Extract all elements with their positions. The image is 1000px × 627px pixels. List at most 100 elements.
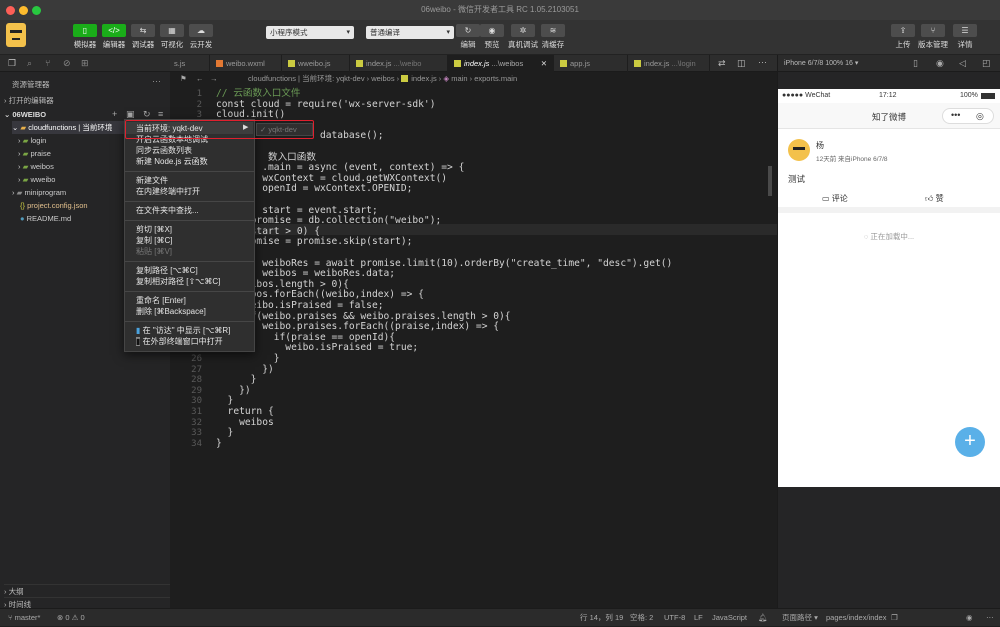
new-file-icon[interactable]: + (112, 109, 117, 119)
bookmark-icon[interactable]: ⚑ (180, 72, 187, 86)
device-select[interactable]: iPhone 6/7/8 100% 16 ▾ (784, 59, 858, 67)
menu-item-new-nodejs-function[interactable]: 新建 Node.js 云函数 (136, 156, 208, 167)
menu-item-open-terminal[interactable]: 在内建终端中打开 (136, 186, 200, 197)
page-path: pages/index/index (826, 613, 887, 622)
menu-item-new-file[interactable]: 新建文件 (136, 175, 168, 186)
tab-index-js-login[interactable]: index.js ...\login (628, 55, 710, 72)
source-control-icon[interactable]: ⑂ (45, 58, 50, 68)
open-editors-section[interactable]: › 打开的编辑器 (4, 94, 54, 107)
post-content: 测试 (788, 174, 806, 184)
line-number: 27 (191, 364, 202, 375)
maximize-window-button[interactable] (32, 6, 41, 15)
back-icon[interactable]: ← (196, 72, 204, 86)
code-line: // 云函数入口文件 (216, 88, 301, 99)
search-icon[interactable]: ⌕ (27, 58, 32, 69)
battery-icon (981, 93, 995, 99)
layers-icon: ≋ (541, 24, 565, 37)
branch-icon: ⑂ (8, 613, 13, 622)
upload-icon: ⇪ (891, 24, 915, 37)
extensions-icon[interactable]: ⊞ (81, 58, 89, 69)
language-mode[interactable]: JavaScript (712, 609, 747, 627)
encoding[interactable]: UTF-8 (664, 609, 685, 627)
cursor-position[interactable]: 行 14，列 19 (580, 609, 623, 627)
tree-item-readme[interactable]: ● README.md (20, 212, 71, 225)
scrollbar-marker[interactable] (768, 166, 772, 196)
menu-item-sync-functions[interactable]: 同步云函数列表 (136, 145, 192, 156)
compare-icon[interactable]: ⇄ (718, 58, 726, 69)
menu-item-reveal-in-finder[interactable]: ▮ 在 "访达" 中显示 [⌥⌘R] (136, 325, 230, 336)
phone-icon[interactable]: ▯ (913, 58, 918, 69)
menu-separator (125, 321, 254, 322)
tab-index-js-weibo[interactable]: index.js ...\weibo (350, 55, 448, 72)
volume-icon[interactable]: ◁ (959, 58, 966, 69)
phone-icon: ▯ (73, 24, 97, 37)
window-icon[interactable]: ◰ (982, 58, 991, 69)
collapse-icon[interactable]: ≡ (158, 109, 163, 119)
tree-item-login[interactable]: › ▰ login (18, 134, 46, 147)
js-icon (356, 60, 363, 67)
minimize-window-button[interactable] (19, 6, 28, 15)
eye-icon[interactable]: ◉ (966, 609, 973, 627)
page-path-select[interactable]: 页面路径 ▾ (782, 609, 818, 627)
finder-icon: ▮ (136, 326, 141, 335)
close-tab-icon[interactable]: ✕ (541, 55, 547, 72)
debug-icon[interactable]: ⊘ (63, 58, 71, 69)
line-ending[interactable]: LF (694, 609, 703, 627)
problems-indicator[interactable]: ⊗ 0 ⚠ 0 (57, 609, 85, 627)
forward-icon[interactable]: → (210, 72, 218, 86)
menu-item-open-external-terminal[interactable]: ▮ 在外部终端窗口中打开 (136, 336, 223, 347)
tree-item-wweibo[interactable]: › ▰ wweibo (18, 173, 55, 186)
code-editor[interactable]: 1// 云函数入口文件 2 const cloud = require('wx-se… (170, 86, 777, 608)
tab-s-js[interactable]: s.js (170, 55, 210, 72)
split-editor-icon[interactable]: ◫ (737, 58, 746, 69)
tab-index-js-weibos[interactable]: index.js ...\weibos ✕ (448, 55, 554, 72)
tab-app-js[interactable]: app.js (554, 55, 628, 72)
details-button[interactable]: ☰ 详情 (950, 24, 980, 50)
user-avatar[interactable] (6, 23, 26, 47)
comment-button[interactable]: ▭ 评论 (822, 193, 848, 204)
record-icon[interactable]: ◉ (936, 58, 944, 69)
tree-item-praise[interactable]: › ▰ praise (18, 147, 51, 160)
bell-icon[interactable]: 🔔︎ (758, 609, 768, 627)
version-button[interactable]: ⑂ 版本管理 (918, 24, 948, 50)
folder-icon: ▰ (22, 149, 29, 158)
more-icon[interactable]: ··· (152, 76, 161, 86)
tree-item-project-config[interactable]: {} project.config.json (20, 199, 88, 212)
tab-wweibo-js[interactable]: wweibo.js (282, 55, 350, 72)
more-icon[interactable]: ⋯ (986, 609, 994, 627)
more-actions-icon[interactable]: ··· (758, 57, 767, 67)
capsule-button[interactable]: ••• ◎ (942, 108, 994, 124)
close-window-button[interactable] (6, 6, 15, 15)
symbol-icon: ◈ (443, 74, 450, 83)
menu-item-copy[interactable]: 复制 [⌘C] (136, 235, 172, 246)
weibo-card[interactable]: 杨 12天前 来自iPhone 6/7/8 测试 ▭ 评论 👍︎ 赞 (778, 129, 1000, 213)
close-mini-icon[interactable]: ◎ (976, 111, 984, 122)
menu-item-copy-path[interactable]: 复制路径 [⌥⌘C] (136, 265, 198, 276)
like-button[interactable]: 👍︎ 赞 (925, 193, 944, 204)
copy-icon[interactable]: ❐ (891, 609, 898, 627)
add-post-button[interactable]: + (955, 427, 985, 457)
menu-item-copy-relative-path[interactable]: 复制相对路径 [⇧⌥⌘C] (136, 276, 220, 287)
menu-item-rename[interactable]: 重命名 [Enter] (136, 295, 186, 306)
menu-item-cut[interactable]: 剪切 [⌘X] (136, 224, 172, 235)
menu-item-find-in-folder[interactable]: 在文件夹中查找... (136, 205, 199, 216)
indentation[interactable]: 空格: 2 (630, 609, 653, 627)
compile-mode-select[interactable]: 普通编译 (366, 26, 454, 39)
info-icon: ● (20, 214, 25, 223)
menu-item-delete[interactable]: 删除 [⌘Backspace] (136, 306, 206, 317)
outline-section[interactable]: › 大纲 (4, 584, 170, 597)
tab-weibo-wxml[interactable]: weibo.wxml (210, 55, 282, 72)
project-section[interactable]: ⌄ 06WEIBO (4, 108, 46, 121)
tree-item-weibos[interactable]: › ▰ weibos (18, 160, 54, 173)
tree-item-miniprogram[interactable]: › ▰ miniprogram (12, 186, 66, 199)
more-icon[interactable]: ••• (951, 110, 960, 120)
mode-select[interactable]: 小程序模式 (266, 26, 354, 39)
clear-cache-button[interactable]: ≋ 清缓存 (538, 24, 568, 50)
post-username: 杨 (816, 141, 824, 150)
loading-indicator: ◌ 正在加载中... (863, 232, 915, 241)
files-icon[interactable]: ❐ (8, 58, 16, 69)
cloud-dev-button[interactable]: ☁ 云开发 (186, 24, 216, 50)
avatar[interactable] (788, 139, 810, 161)
menu-separator (125, 201, 254, 202)
git-branch[interactable]: ⑂ master* (8, 609, 40, 627)
